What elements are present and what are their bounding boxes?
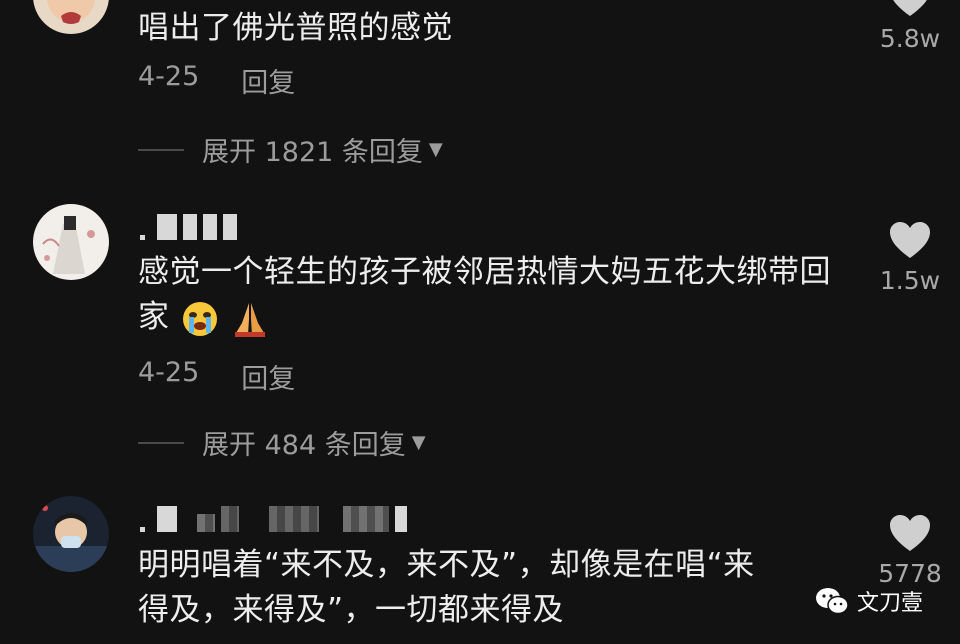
comment-date: 4-25 bbox=[138, 61, 200, 92]
watermark: 文刀壹 bbox=[815, 585, 923, 617]
wechat-icon bbox=[816, 588, 849, 615]
avatar[interactable] bbox=[33, 496, 109, 572]
watermark-label: 文刀壹 bbox=[857, 591, 924, 616]
expand-replies-button[interactable]: 展开 484 条回复 ▼ bbox=[138, 423, 426, 462]
comment-text: 唱出了佛光普照的感觉 bbox=[138, 10, 453, 46]
heart-icon bbox=[893, 0, 927, 16]
divider bbox=[138, 148, 184, 151]
username-redacted bbox=[140, 502, 407, 532]
comment-text: 明明唱着“来不及，来不及”，却像是在唱“来 得及，来得及”，一切都来得及 bbox=[138, 543, 878, 633]
like-count: 5778 bbox=[878, 559, 942, 588]
like-count: 5.8w bbox=[879, 24, 941, 53]
caret-down-icon: ▼ bbox=[428, 139, 443, 160]
expand-replies-button[interactable]: 展开 1821 条回复 ▼ bbox=[138, 130, 443, 169]
username-redacted bbox=[140, 210, 237, 240]
like-button[interactable]: 5778 bbox=[870, 513, 950, 588]
expand-replies-label: 展开 484 条回复 bbox=[202, 430, 406, 461]
comment-text-line: 得及，来得及”，一切都来得及 bbox=[138, 592, 565, 628]
comment-text-line: 明明唱着“来不及，来不及”，却像是在唱“来 bbox=[138, 547, 755, 583]
heart-icon bbox=[890, 222, 930, 258]
expand-replies-label: 展开 1821 条回复 bbox=[202, 137, 423, 168]
like-count: 1.5w bbox=[879, 266, 941, 295]
comment-text: 感觉一个轻生的孩子被邻居热情大妈五花大绑带回家 bbox=[138, 250, 858, 340]
like-button[interactable]: 5.8w bbox=[870, 0, 950, 53]
avatar[interactable] bbox=[33, 204, 109, 280]
loudly-crying-face-emoji bbox=[182, 301, 217, 336]
folded-hands-emoji bbox=[234, 302, 265, 337]
divider bbox=[138, 441, 184, 444]
caret-down-icon: ▼ bbox=[411, 432, 426, 453]
heart-icon bbox=[890, 515, 930, 551]
like-button[interactable]: 1.5w bbox=[870, 220, 950, 295]
comment-date: 4-25 bbox=[138, 357, 200, 388]
avatar[interactable] bbox=[33, 0, 109, 34]
reply-button[interactable]: 回复 bbox=[241, 61, 295, 100]
reply-button[interactable]: 回复 bbox=[241, 357, 295, 396]
